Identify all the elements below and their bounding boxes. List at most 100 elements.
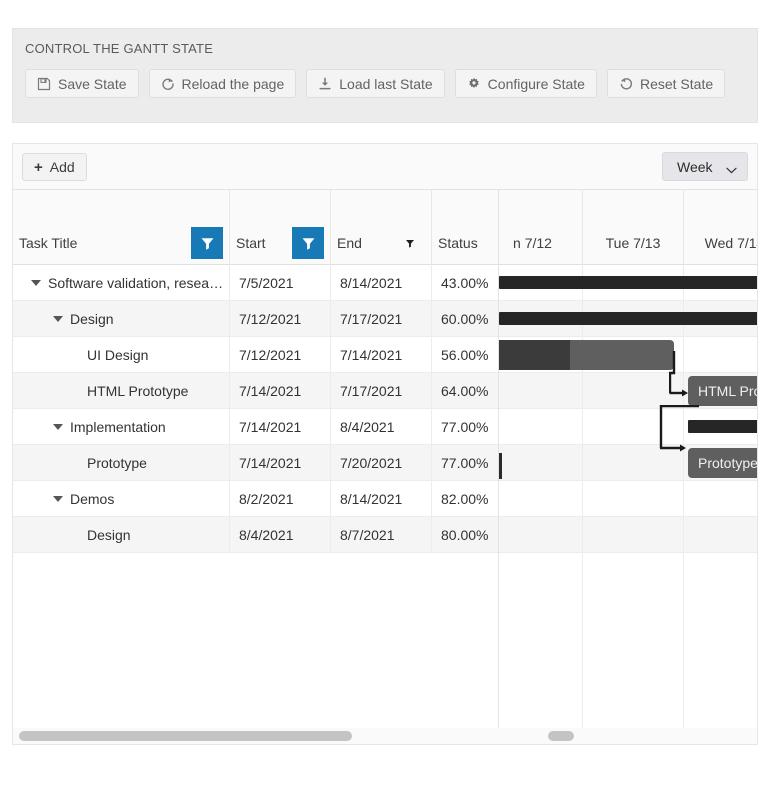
- column-label-start: Start: [236, 235, 266, 251]
- save-state-label: Save State: [58, 75, 127, 92]
- expand-collapse-icon[interactable]: [53, 496, 63, 502]
- reload-page-button[interactable]: Reload the page: [148, 69, 297, 98]
- table-row[interactable]: Demos 8/2/2021 8/14/2021 82.00%: [13, 481, 498, 517]
- reload-page-label: Reload the page: [181, 75, 285, 92]
- gantt-bar-label: HTML Pro: [698, 383, 758, 399]
- grid-scrollbar-thumb[interactable]: [19, 731, 352, 741]
- cell-start: 7/12/2021: [230, 301, 331, 337]
- column-header-end[interactable]: End: [331, 190, 432, 265]
- cell-start: 7/14/2021: [230, 445, 331, 481]
- column-header-start[interactable]: Start: [230, 190, 331, 265]
- column-header-task-title[interactable]: Task Title: [13, 190, 230, 265]
- gantt-summary-bar[interactable]: [688, 420, 757, 433]
- table-row[interactable]: Software validation, resea… 7/5/2021 8/1…: [13, 265, 498, 301]
- cell-end: 8/14/2021: [331, 481, 432, 517]
- load-last-state-button[interactable]: Load last State: [306, 69, 445, 98]
- timeline-gridline: [499, 265, 583, 744]
- gantt-task-bar[interactable]: esign: [499, 340, 674, 370]
- table-row[interactable]: Implementation 7/14/2021 8/4/2021 77.00%: [13, 409, 498, 445]
- column-label-end: End: [337, 235, 362, 251]
- expand-collapse-icon[interactable]: [53, 316, 63, 322]
- task-title-text: HTML Prototype: [87, 383, 189, 399]
- cell-task-title: Demos: [13, 481, 230, 517]
- cell-status: 77.00%: [441, 419, 489, 435]
- timeline-day-label: n 7/12: [513, 235, 552, 251]
- grid-scrollbar-track[interactable]: [13, 728, 498, 744]
- download-icon: [318, 77, 332, 91]
- cell-start: 7/14/2021: [230, 373, 331, 409]
- task-title-text: Prototype: [87, 455, 147, 471]
- table-row[interactable]: Design 7/12/2021 7/17/2021 60.00%: [13, 301, 498, 337]
- cell-end: 7/14/2021: [331, 337, 432, 373]
- filter-button-task-title[interactable]: [191, 227, 223, 259]
- grid-body: Software validation, resea… 7/5/2021 8/1…: [13, 265, 498, 744]
- filter-button-end[interactable]: [399, 232, 421, 254]
- load-last-state-label: Load last State: [339, 75, 433, 92]
- table-row[interactable]: HTML Prototype 7/14/2021 7/17/2021 64.00…: [13, 373, 498, 409]
- timeline-day-header: Tue 7/13: [583, 190, 684, 265]
- gantt-bar-label: Prototype: [698, 455, 758, 471]
- timeline-scrollbar-thumb[interactable]: [548, 731, 574, 741]
- add-task-button[interactable]: + Add: [22, 153, 87, 181]
- cell-task-title: Implementation: [13, 409, 230, 445]
- timeline-day-header: Wed 7/14: [684, 190, 757, 265]
- timeline-day-label: Tue 7/13: [605, 235, 661, 251]
- reset-state-button[interactable]: Reset State: [606, 69, 726, 98]
- cell-task-title: Design: [13, 517, 230, 553]
- column-header-status[interactable]: Status: [432, 190, 498, 265]
- column-label-status: Status: [438, 235, 478, 251]
- gantt-progress-fill: [499, 340, 570, 370]
- gear-icon: [467, 77, 481, 91]
- configure-state-button[interactable]: Configure State: [454, 69, 597, 98]
- cell-start: 8/4/2021: [230, 517, 331, 553]
- grid-header: Task Title Start End Status: [13, 190, 498, 265]
- column-label-task-title: Task Title: [19, 235, 78, 251]
- expand-collapse-icon[interactable]: [53, 424, 63, 430]
- cell-status: 80.00%: [441, 527, 489, 543]
- cell-start: 8/2/2021: [230, 481, 331, 517]
- task-title-text: Demos: [70, 491, 115, 507]
- cell-status: 82.00%: [441, 491, 489, 507]
- table-row[interactable]: Design 8/4/2021 8/7/2021 80.00%: [13, 517, 498, 553]
- table-row[interactable]: Prototype 7/14/2021 7/20/2021 77.00%: [13, 445, 498, 481]
- cell-status: 64.00%: [441, 383, 489, 399]
- state-button-row: Save State Reload the page Load last Sta…: [25, 69, 726, 98]
- task-grid-pane: Task Title Start End Status Software val…: [13, 190, 498, 744]
- cell-task-title: Design: [13, 301, 230, 337]
- task-resize-handle[interactable]: [499, 453, 502, 479]
- cell-end: 7/20/2021: [331, 445, 432, 481]
- cell-end: 7/17/2021: [331, 301, 432, 337]
- filter-button-start[interactable]: [292, 227, 324, 259]
- reset-icon: [619, 77, 633, 91]
- plus-icon: +: [34, 158, 43, 176]
- gantt-summary-bar[interactable]: [499, 312, 757, 325]
- cell-start: 7/14/2021: [230, 409, 331, 445]
- gantt-task-bar[interactable]: Prototype: [688, 448, 758, 478]
- cell-end: 8/4/2021: [331, 409, 432, 445]
- expand-collapse-icon[interactable]: [31, 280, 41, 286]
- task-title-text: Software validation, resea…: [48, 275, 224, 291]
- add-task-label: Add: [49, 159, 75, 175]
- cell-status: 56.00%: [441, 347, 489, 363]
- cell-task-title: HTML Prototype: [13, 373, 230, 409]
- task-title-text: UI Design: [87, 347, 149, 363]
- task-title-text: Implementation: [70, 419, 166, 435]
- cell-end: 8/14/2021: [331, 265, 432, 301]
- gantt-task-bar[interactable]: HTML Pro: [688, 376, 758, 406]
- timeline-header: n 7/12 Tue 7/13 Wed 7/14: [499, 190, 757, 265]
- timeline-day-label: Wed 7/14: [704, 235, 757, 251]
- cell-status: 43.00%: [441, 275, 489, 291]
- zoom-level-select[interactable]: Week: [662, 152, 748, 181]
- control-panel: CONTROL THE GANTT STATE Save State Reloa…: [12, 28, 758, 123]
- reset-state-label: Reset State: [639, 75, 714, 92]
- gantt-widget: + Add Week Task Title Start End Status S…: [12, 143, 758, 745]
- task-title-text: Design: [70, 311, 114, 327]
- control-panel-title: CONTROL THE GANTT STATE: [25, 41, 214, 56]
- gantt-summary-bar[interactable]: [499, 276, 757, 289]
- cell-start: 7/5/2021: [230, 265, 331, 301]
- save-state-button[interactable]: Save State: [25, 69, 139, 98]
- table-row[interactable]: UI Design 7/12/2021 7/14/2021 56.00%: [13, 337, 498, 373]
- timeline-pane: n 7/12 Tue 7/13 Wed 7/14: [498, 190, 758, 744]
- gantt-toolbar: + Add Week: [13, 144, 757, 190]
- timeline-scrollbar-track[interactable]: [498, 728, 757, 744]
